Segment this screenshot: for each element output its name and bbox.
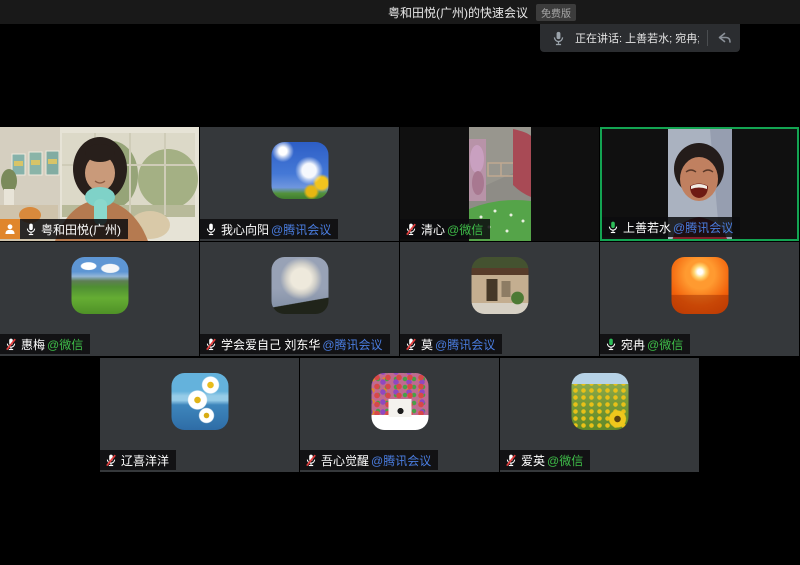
- participant-platform-suffix: @腾讯会议: [435, 336, 495, 353]
- participant-platform-suffix: @腾讯会议: [371, 452, 431, 469]
- participant-label: 清心@微信: [400, 219, 490, 239]
- participant-label: 我心向阳@腾讯会议: [200, 219, 338, 239]
- participant-platform-suffix: @微信: [447, 221, 483, 238]
- participant-tile[interactable]: 辽喜洋洋: [100, 358, 299, 472]
- participant-name: 莫: [421, 336, 433, 353]
- speaking-indicator: 正在讲话: 上善若水; 宛冉;: [540, 24, 740, 52]
- participant-tile[interactable]: 惠梅@微信: [0, 242, 199, 356]
- participant-avatar: [571, 373, 628, 430]
- mic-status-icon: [205, 338, 217, 351]
- free-version-badge: 免费版: [536, 4, 576, 21]
- participant-label: 吾心觉醒@腾讯会议: [300, 450, 438, 470]
- participant-label: 莫@腾讯会议: [400, 334, 502, 354]
- participant-tile[interactable]: 莫@腾讯会议: [400, 242, 599, 356]
- participant-label: 学会爱自己 刘东华@腾讯会议: [200, 334, 390, 354]
- participant-avatar: [271, 257, 328, 314]
- participant-avatar: [271, 142, 328, 199]
- mic-status-icon: [405, 223, 417, 236]
- participant-platform-suffix: @微信: [547, 452, 583, 469]
- mic-status-icon: [405, 338, 417, 351]
- mic-status-icon: [607, 221, 619, 234]
- participant-platform-suffix: @腾讯会议: [673, 219, 733, 236]
- participant-avatar: [471, 257, 528, 314]
- participant-label: 爱英@微信: [500, 450, 590, 470]
- participant-label-row: 宛冉@微信: [600, 334, 690, 354]
- participant-avatar: [171, 373, 228, 430]
- participant-label-row: 粤和田悦(广州): [0, 219, 128, 239]
- participant-platform-suffix: @腾讯会议: [322, 336, 382, 353]
- participant-tile[interactable]: 我心向阳@腾讯会议: [200, 127, 399, 241]
- participant-platform-suffix: @微信: [47, 336, 83, 353]
- participant-platform-suffix: @腾讯会议: [271, 221, 331, 238]
- participant-label-row: 我心向阳@腾讯会议: [200, 219, 338, 239]
- participant-tile[interactable]: 清心@微信: [400, 127, 599, 241]
- microphone-icon: [552, 31, 565, 46]
- participant-avatar: [71, 257, 128, 314]
- mic-status-icon: [605, 338, 617, 351]
- title-group: 粤和田悦(广州)的快速会议 免费版: [388, 0, 576, 24]
- participant-name: 粤和田悦(广州): [41, 221, 121, 238]
- participant-tile[interactable]: 粤和田悦(广州): [0, 127, 199, 241]
- participant-name: 辽喜洋洋: [121, 452, 169, 469]
- participant-avatar: [671, 257, 728, 314]
- participant-avatar: [371, 373, 428, 430]
- mic-status-icon: [5, 338, 17, 351]
- participant-name: 学会爱自己 刘东华: [221, 336, 320, 353]
- mic-status-icon: [505, 454, 517, 467]
- participant-name: 惠梅: [21, 336, 45, 353]
- participant-tile[interactable]: 学会爱自己 刘东华@腾讯会议: [200, 242, 399, 356]
- participant-tile[interactable]: 爱英@微信: [500, 358, 699, 472]
- mic-status-icon: [105, 454, 117, 467]
- participant-tile[interactable]: 上善若水@腾讯会议: [600, 127, 799, 241]
- participant-label-row: 辽喜洋洋: [100, 450, 176, 470]
- indicator-divider: [707, 30, 708, 46]
- mic-status-icon: [305, 454, 317, 467]
- mic-status-icon: [25, 223, 37, 236]
- participant-tile[interactable]: 宛冉@微信: [600, 242, 799, 356]
- participant-label-row: 学会爱自己 刘东华@腾讯会议: [200, 334, 390, 354]
- participant-label: 粤和田悦(广州): [20, 219, 128, 239]
- participant-name: 吾心觉醒: [321, 452, 369, 469]
- host-badge-icon: [0, 219, 20, 239]
- participant-name: 上善若水: [623, 219, 671, 236]
- participant-label-row: 爱英@微信: [500, 450, 590, 470]
- participant-name: 清心: [421, 221, 445, 238]
- meeting-title: 粤和田悦(广州)的快速会议: [388, 4, 528, 21]
- participant-label: 上善若水@腾讯会议: [602, 217, 740, 237]
- participant-name: 爱英: [521, 452, 545, 469]
- participant-label-row: 莫@腾讯会议: [400, 334, 502, 354]
- participant-label-row: 上善若水@腾讯会议: [602, 217, 740, 237]
- participant-platform-suffix: @微信: [647, 336, 683, 353]
- participant-name: 我心向阳: [221, 221, 269, 238]
- participant-label: 辽喜洋洋: [100, 450, 176, 470]
- speaking-indicator-text: 正在讲话: 上善若水; 宛冉;: [575, 30, 699, 46]
- participant-label-row: 惠梅@微信: [0, 334, 90, 354]
- participant-tile[interactable]: 吾心觉醒@腾讯会议: [300, 358, 499, 472]
- reply-arrow-icon[interactable]: [716, 31, 732, 45]
- mic-status-icon: [205, 223, 217, 236]
- participant-name: 宛冉: [621, 336, 645, 353]
- title-bar: 粤和田悦(广州)的快速会议 免费版: [0, 0, 800, 24]
- participant-label: 惠梅@微信: [0, 334, 90, 354]
- participant-label-row: 吾心觉醒@腾讯会议: [300, 450, 438, 470]
- participant-label-row: 清心@微信: [400, 219, 490, 239]
- participant-label: 宛冉@微信: [600, 334, 690, 354]
- meeting-window: 粤和田悦(广州)的快速会议 免费版 正在讲话: 上善若水; 宛冉; 粤和田悦(广…: [0, 0, 800, 565]
